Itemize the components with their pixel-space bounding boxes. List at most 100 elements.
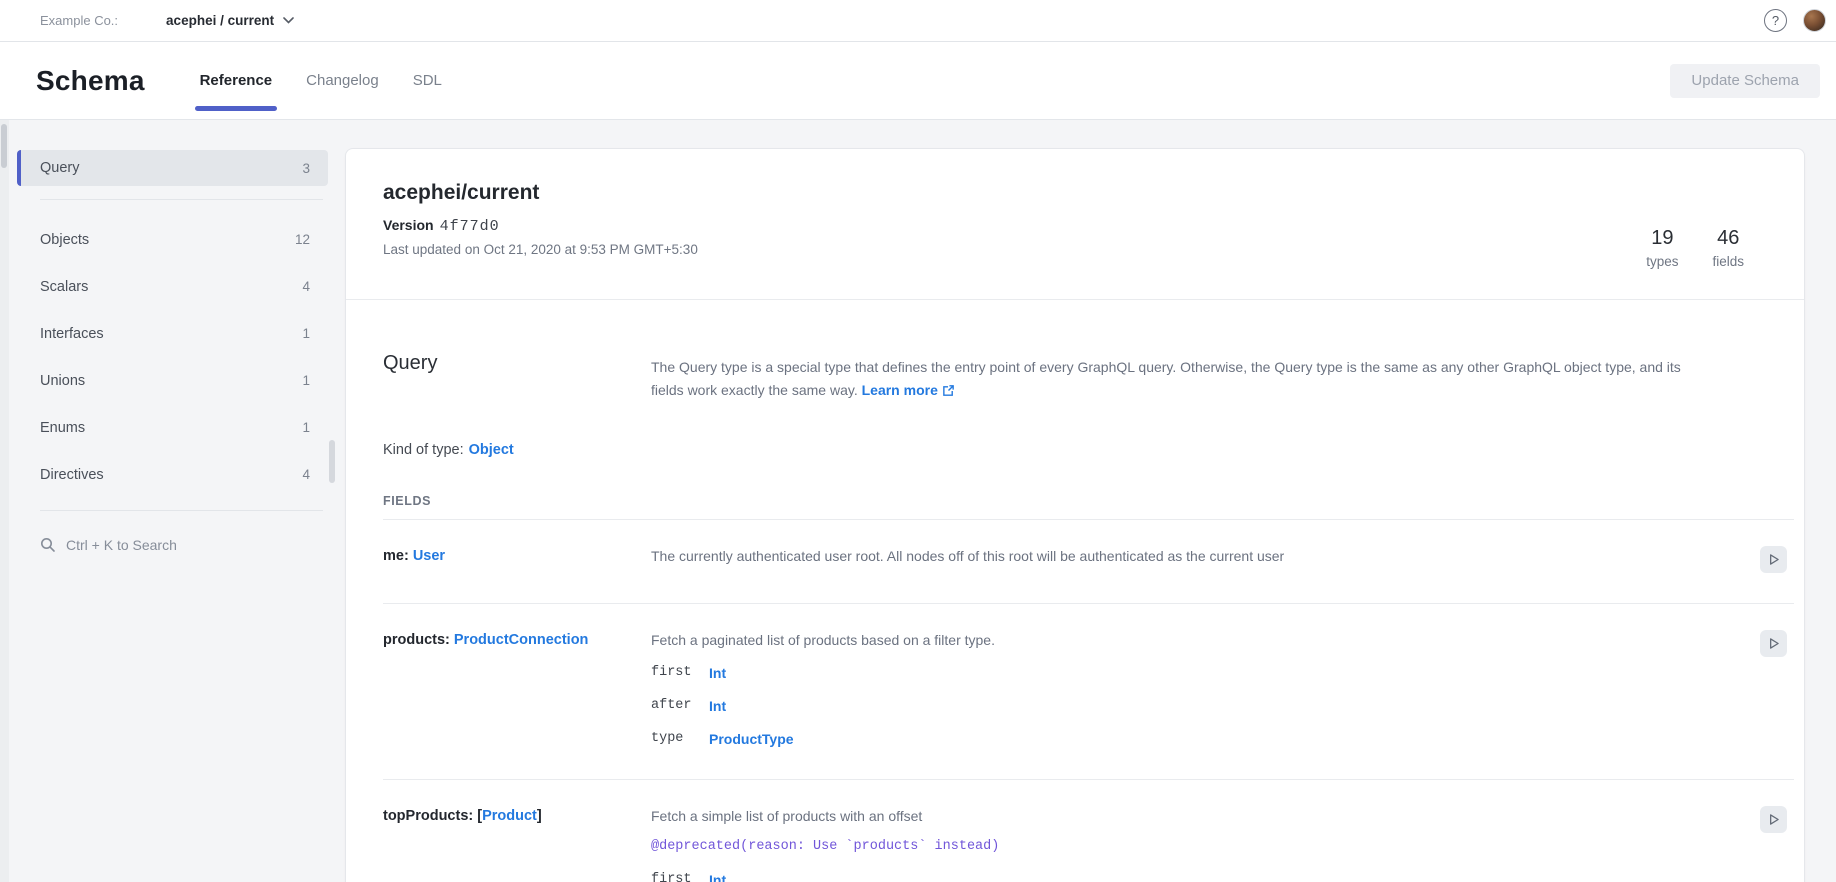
play-icon bbox=[1765, 635, 1782, 652]
fields-list: me: User The currently authenticated use… bbox=[383, 519, 1794, 882]
type-doc-query: Query The Query type is a special type t… bbox=[346, 300, 1804, 882]
run-in-explorer-button[interactable] bbox=[1760, 546, 1787, 573]
field-name: topProducts: bbox=[383, 808, 473, 824]
play-icon bbox=[1765, 811, 1782, 828]
schema-type-sidebar: Query 3 Objects 12 Scalars 4 Interfaces … bbox=[17, 120, 328, 553]
field-description: The currently authenticated user root. A… bbox=[651, 546, 1750, 566]
run-in-explorer-button[interactable] bbox=[1760, 630, 1787, 657]
stat-fields: 46 fields bbox=[1712, 227, 1744, 269]
sidebar-item-enums[interactable]: Enums 1 bbox=[17, 404, 328, 451]
update-schema-button[interactable]: Update Schema bbox=[1670, 64, 1820, 98]
sidebar-item-count: 3 bbox=[302, 161, 310, 176]
arg-type-link[interactable]: Int bbox=[709, 696, 1750, 716]
help-icon[interactable]: ? bbox=[1764, 9, 1787, 32]
field-row-products: products: ProductConnection Fetch a pagi… bbox=[383, 603, 1794, 779]
kind-of-type: Kind of type: Object bbox=[383, 442, 1794, 458]
field-name: products: bbox=[383, 632, 450, 648]
tabs: ReferenceChangelogSDL bbox=[183, 42, 459, 119]
content-area: Query 3 Objects 12 Scalars 4 Interfaces … bbox=[0, 120, 1836, 882]
field-name: me: bbox=[383, 548, 409, 564]
chevron-down-icon bbox=[283, 17, 294, 24]
sidebar-item-objects[interactable]: Objects 12 bbox=[17, 216, 328, 263]
sidebar-item-scalars[interactable]: Scalars 4 bbox=[17, 263, 328, 310]
sidebar-item-label: Scalars bbox=[40, 279, 88, 295]
field-arg-type: type ProductType bbox=[651, 729, 1750, 749]
kind-link[interactable]: Object bbox=[469, 442, 514, 458]
last-updated: Last updated on Oct 21, 2020 at 9:53 PM … bbox=[383, 242, 698, 257]
sidebar-item-label: Interfaces bbox=[40, 326, 104, 342]
field-row-topproducts: topProducts: [Product] Fetch a simple li… bbox=[383, 779, 1794, 882]
arg-type-link[interactable]: Int bbox=[709, 870, 1750, 882]
deprecated-annotation: @deprecated(reason: Use `products` inste… bbox=[651, 837, 1750, 857]
page-header: Schema ReferenceChangelogSDL Update Sche… bbox=[0, 42, 1836, 120]
schema-name: acephei/current bbox=[383, 181, 698, 205]
sidebar-item-count: 1 bbox=[302, 373, 310, 388]
arg-name: type bbox=[651, 729, 709, 749]
external-link-icon bbox=[942, 381, 955, 404]
play-icon bbox=[1765, 551, 1782, 568]
stat-label: types bbox=[1646, 254, 1678, 269]
type-description: The Query type is a special type that de… bbox=[651, 300, 1750, 404]
sidebar-item-label: Directives bbox=[40, 467, 104, 483]
learn-more-link[interactable]: Learn more bbox=[862, 382, 938, 398]
version-label: Version bbox=[383, 217, 434, 233]
field-row-me: me: User The currently authenticated use… bbox=[383, 519, 1794, 603]
field-type-link[interactable]: User bbox=[413, 548, 445, 564]
field-description: Fetch a paginated list of products based… bbox=[651, 630, 1750, 650]
sidebar-divider bbox=[40, 199, 323, 200]
sidebar-search[interactable]: Ctrl + K to Search bbox=[40, 537, 328, 553]
stat-types: 19 types bbox=[1646, 227, 1678, 269]
field-description: Fetch a simple list of products with an … bbox=[651, 806, 1750, 826]
field-type-link[interactable]: Product bbox=[482, 808, 537, 824]
field-arg-first: first Int bbox=[651, 870, 1750, 882]
field-arg-after: after Int bbox=[651, 696, 1750, 716]
sidebar-item-interfaces[interactable]: Interfaces 1 bbox=[17, 310, 328, 357]
field-signature: me: User bbox=[383, 546, 651, 573]
stat-value: 19 bbox=[1646, 227, 1678, 250]
topbar-right: ? bbox=[1764, 9, 1826, 32]
search-icon bbox=[40, 537, 56, 553]
graph-selector[interactable]: acephei / current bbox=[166, 13, 294, 28]
arg-type-link[interactable]: ProductType bbox=[709, 729, 1750, 749]
sidebar-item-count: 1 bbox=[302, 326, 310, 341]
field-details: The currently authenticated user root. A… bbox=[651, 546, 1750, 573]
type-head: Query bbox=[383, 300, 651, 404]
sidebar-scrollbar-thumb[interactable] bbox=[329, 440, 335, 483]
apollo-studio-schema-page: Example Co.: acephei / current ? Schema … bbox=[0, 0, 1836, 882]
tab-changelog[interactable]: Changelog bbox=[289, 42, 396, 119]
sidebar-item-label: Objects bbox=[40, 232, 89, 248]
sidebar-item-label: Unions bbox=[40, 373, 85, 389]
sidebar-item-label: Query bbox=[40, 160, 80, 176]
sidebar-item-count: 4 bbox=[302, 467, 310, 482]
sidebar-item-count: 12 bbox=[295, 232, 310, 247]
field-details: Fetch a paginated list of products based… bbox=[651, 630, 1750, 749]
stat-label: fields bbox=[1712, 254, 1744, 269]
tab-reference[interactable]: Reference bbox=[183, 42, 290, 119]
avatar[interactable] bbox=[1803, 9, 1826, 32]
schema-reference-card: acephei/current Version 4f77d0 Last updat… bbox=[345, 148, 1805, 882]
run-in-explorer-button[interactable] bbox=[1760, 806, 1787, 833]
version-hash: 4f77d0 bbox=[440, 218, 500, 235]
kind-label: Kind of type: bbox=[383, 442, 464, 458]
fields-section-label: FIELDS bbox=[383, 494, 1794, 508]
stat-value: 46 bbox=[1712, 227, 1744, 250]
sidebar-item-query[interactable]: Query 3 bbox=[17, 150, 328, 186]
search-hint: Ctrl + K to Search bbox=[66, 537, 177, 553]
arg-name: first bbox=[651, 870, 709, 882]
arg-type-link[interactable]: Int bbox=[709, 663, 1750, 683]
topbar: Example Co.: acephei / current ? bbox=[0, 0, 1836, 42]
sidebar-divider bbox=[40, 510, 323, 511]
sidebar-item-count: 4 bbox=[302, 279, 310, 294]
field-signature: products: ProductConnection bbox=[383, 630, 651, 749]
page-title: Schema bbox=[36, 65, 145, 97]
sidebar-item-unions[interactable]: Unions 1 bbox=[17, 357, 328, 404]
tab-sdl[interactable]: SDL bbox=[396, 42, 459, 119]
field-type-link[interactable]: ProductConnection bbox=[454, 632, 589, 648]
org-label: Example Co.: bbox=[40, 13, 118, 28]
left-scrollbar-track[interactable] bbox=[0, 120, 9, 882]
sidebar-item-count: 1 bbox=[302, 420, 310, 435]
sidebar-item-label: Enums bbox=[40, 420, 85, 436]
sidebar-item-directives[interactable]: Directives 4 bbox=[17, 451, 328, 498]
type-description-text: The Query type is a special type that de… bbox=[651, 359, 1681, 398]
left-scrollbar-thumb[interactable] bbox=[1, 124, 7, 168]
